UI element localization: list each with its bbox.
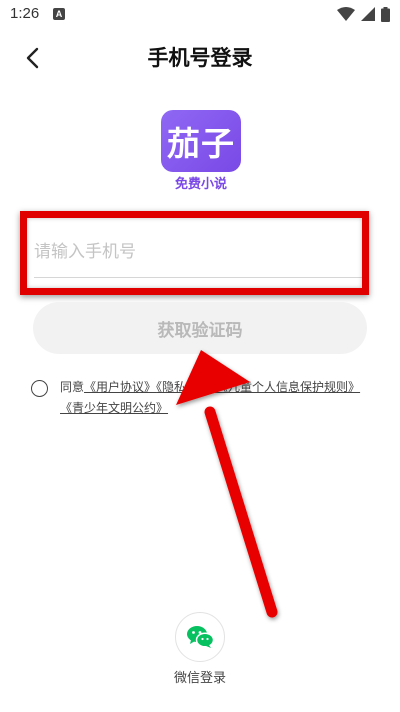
logo-text: 茄子 (167, 124, 235, 163)
wechat-login-label: 微信登录 (173, 671, 226, 686)
status-bar: 1:26 A (0, 0, 400, 30)
page-title: 手机号登录 (147, 46, 253, 70)
child-protection-link[interactable]: 《儿童个人信息保护规则》 (222, 380, 360, 394)
wechat-icon (187, 626, 214, 648)
app-logo: 茄子 (161, 110, 241, 172)
get-code-button[interactable]: 获取验证码 (33, 302, 367, 354)
status-time: 1:26 (10, 5, 40, 22)
user-agreement-link[interactable]: 《用户协议》 (84, 380, 156, 394)
status-icons (337, 6, 390, 22)
agreement-text: 同意《用户协议》《隐私政策》《儿童个人信息保护规则》《青少年文明公约》 (60, 377, 375, 419)
privacy-policy-link[interactable]: 《隐私政策》 (156, 380, 222, 394)
get-code-label: 获取验证码 (157, 320, 243, 341)
signal-icon (361, 7, 375, 21)
notification-letter: A (55, 9, 63, 19)
wifi-icon (337, 7, 355, 21)
highlight-annotation-box (20, 211, 369, 295)
logo-subtitle: 免费小说 (174, 177, 227, 192)
notification-icon: A (53, 8, 65, 20)
arrow-annotation-icon (176, 350, 278, 618)
agreement-checkbox[interactable] (31, 380, 48, 397)
wechat-login-button[interactable] (175, 612, 225, 662)
youth-pact-link[interactable]: 《青少年文明公约》 (60, 401, 168, 415)
agreement-prefix: 同意 (60, 380, 85, 394)
battery-icon (381, 6, 390, 22)
